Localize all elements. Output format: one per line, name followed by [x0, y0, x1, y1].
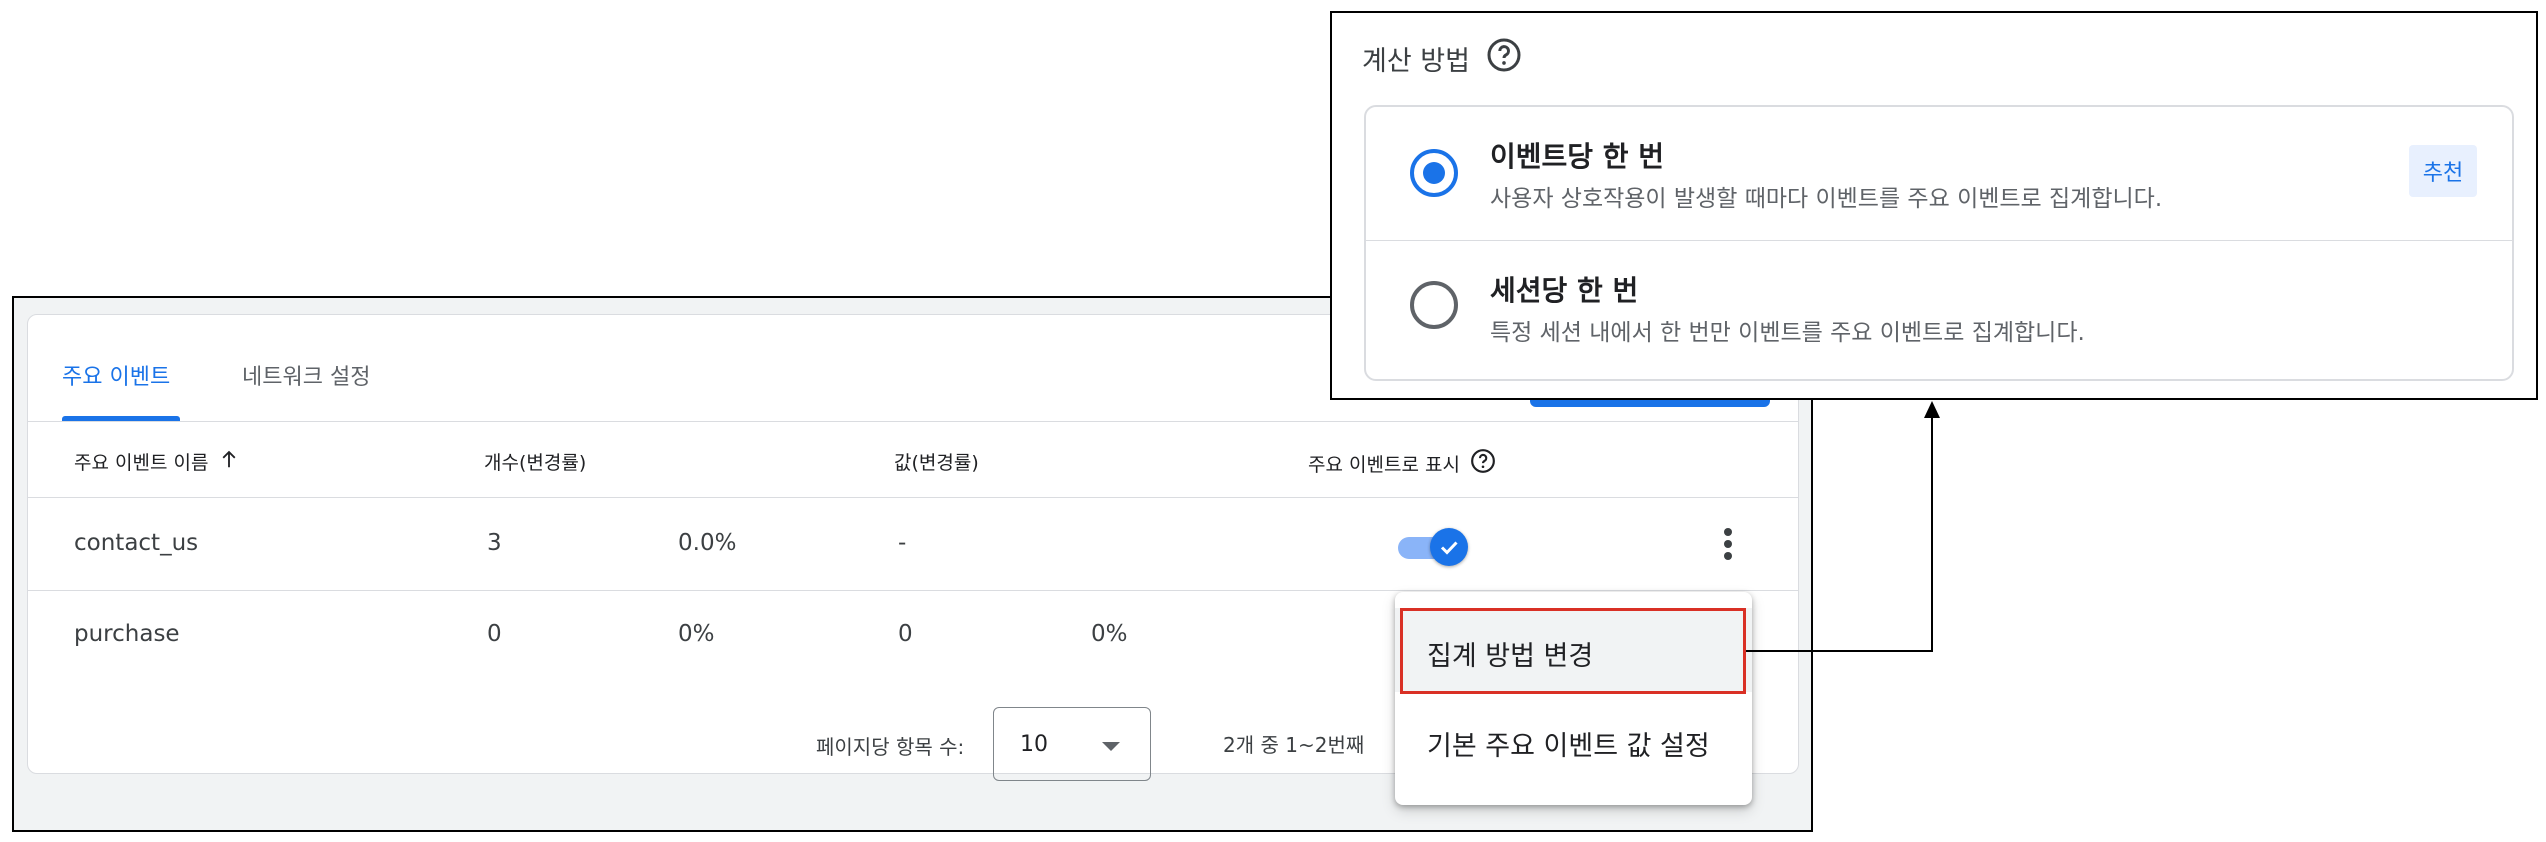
- more-vert-icon[interactable]: [1708, 520, 1748, 568]
- event-value-change: 0%: [1091, 621, 1128, 647]
- option-once-per-event[interactable]: 이벤트당 한 번 사용자 상호작용이 발생할 때마다 이벤트를 주요 이벤트로 …: [1366, 107, 2512, 241]
- toggle-knob: [1430, 528, 1468, 566]
- pagination-range: 2개 중 1~2번째: [1223, 733, 1365, 757]
- items-per-page-select[interactable]: 10: [993, 707, 1151, 781]
- callout-title-text: 계산 방법: [1362, 46, 1470, 77]
- column-header-value: 값(변경률): [894, 448, 979, 475]
- key-event-toggle[interactable]: [1398, 528, 1468, 566]
- counting-method-callout: 계산 방법 이벤트당 한 번 사용자 상호작용이 발생할 때마다 이벤트를 주요…: [1330, 11, 2538, 400]
- option-title: 이벤트당 한 번: [1490, 140, 1665, 173]
- option-description: 사용자 상호작용이 발생할 때마다 이벤트를 주요 이벤트로 집계합니다.: [1490, 186, 2163, 212]
- menu-item-label: 기본 주요 이벤트 값 설정: [1427, 731, 1710, 762]
- callout-title: 계산 방법: [1362, 37, 1522, 80]
- radio-button[interactable]: [1410, 281, 1458, 329]
- column-header-label: 주요 이벤트로 표시: [1308, 454, 1460, 476]
- check-icon: [1440, 541, 1458, 555]
- event-count-change: 0%: [678, 621, 715, 647]
- highlight-box: [1400, 608, 1746, 694]
- help-circle-icon[interactable]: [1470, 448, 1496, 479]
- caret-down-icon: [1102, 742, 1120, 751]
- menu-item-set-default-value[interactable]: 기본 주요 이벤트 값 설정: [1395, 698, 1752, 782]
- column-header-label: 값(변경률): [894, 452, 979, 474]
- table-row: contact_us 3 0.0% -: [28, 498, 1798, 591]
- table-header: 주요 이벤트 이름 개수(변경률) 값(변경률) 주요 이벤트로 표시: [28, 422, 1798, 498]
- column-header-label: 주요 이벤트 이름: [74, 452, 209, 474]
- column-header-count: 개수(변경률): [484, 448, 586, 475]
- counting-options: 이벤트당 한 번 사용자 상호작용이 발생할 때마다 이벤트를 주요 이벤트로 …: [1364, 105, 2514, 381]
- items-per-page-label: 페이지당 항목 수:: [816, 735, 965, 759]
- event-name: contact_us: [74, 530, 199, 556]
- event-value: -: [898, 530, 907, 556]
- recommended-badge: 추천: [2409, 145, 2477, 197]
- event-count: 0: [487, 621, 502, 647]
- event-name: purchase: [74, 621, 180, 647]
- option-once-per-session[interactable]: 세션당 한 번 특정 세션 내에서 한 번만 이벤트를 주요 이벤트로 집계합니…: [1366, 241, 2512, 375]
- column-header-event-name[interactable]: 주요 이벤트 이름: [74, 448, 240, 475]
- arrow-up-icon: [218, 448, 240, 475]
- event-value: 0: [898, 621, 913, 647]
- column-header-mark-as-key-event: 주요 이벤트로 표시: [1308, 448, 1496, 479]
- radio-button-selected[interactable]: [1410, 149, 1458, 197]
- column-header-label: 개수(변경률): [484, 452, 587, 474]
- tab-network-settings[interactable]: 네트워크 설정: [242, 359, 370, 391]
- help-circle-icon[interactable]: [1486, 37, 1522, 80]
- tab-key-events[interactable]: 주요 이벤트: [62, 359, 170, 391]
- event-count: 3: [487, 530, 502, 556]
- option-description: 특정 세션 내에서 한 번만 이벤트를 주요 이벤트로 집계합니다.: [1490, 320, 2085, 346]
- option-title: 세션당 한 번: [1490, 274, 1639, 307]
- event-count-change: 0.0%: [678, 530, 737, 556]
- items-per-page-value: 10: [1020, 732, 1048, 757]
- active-tab-indicator: [62, 416, 180, 421]
